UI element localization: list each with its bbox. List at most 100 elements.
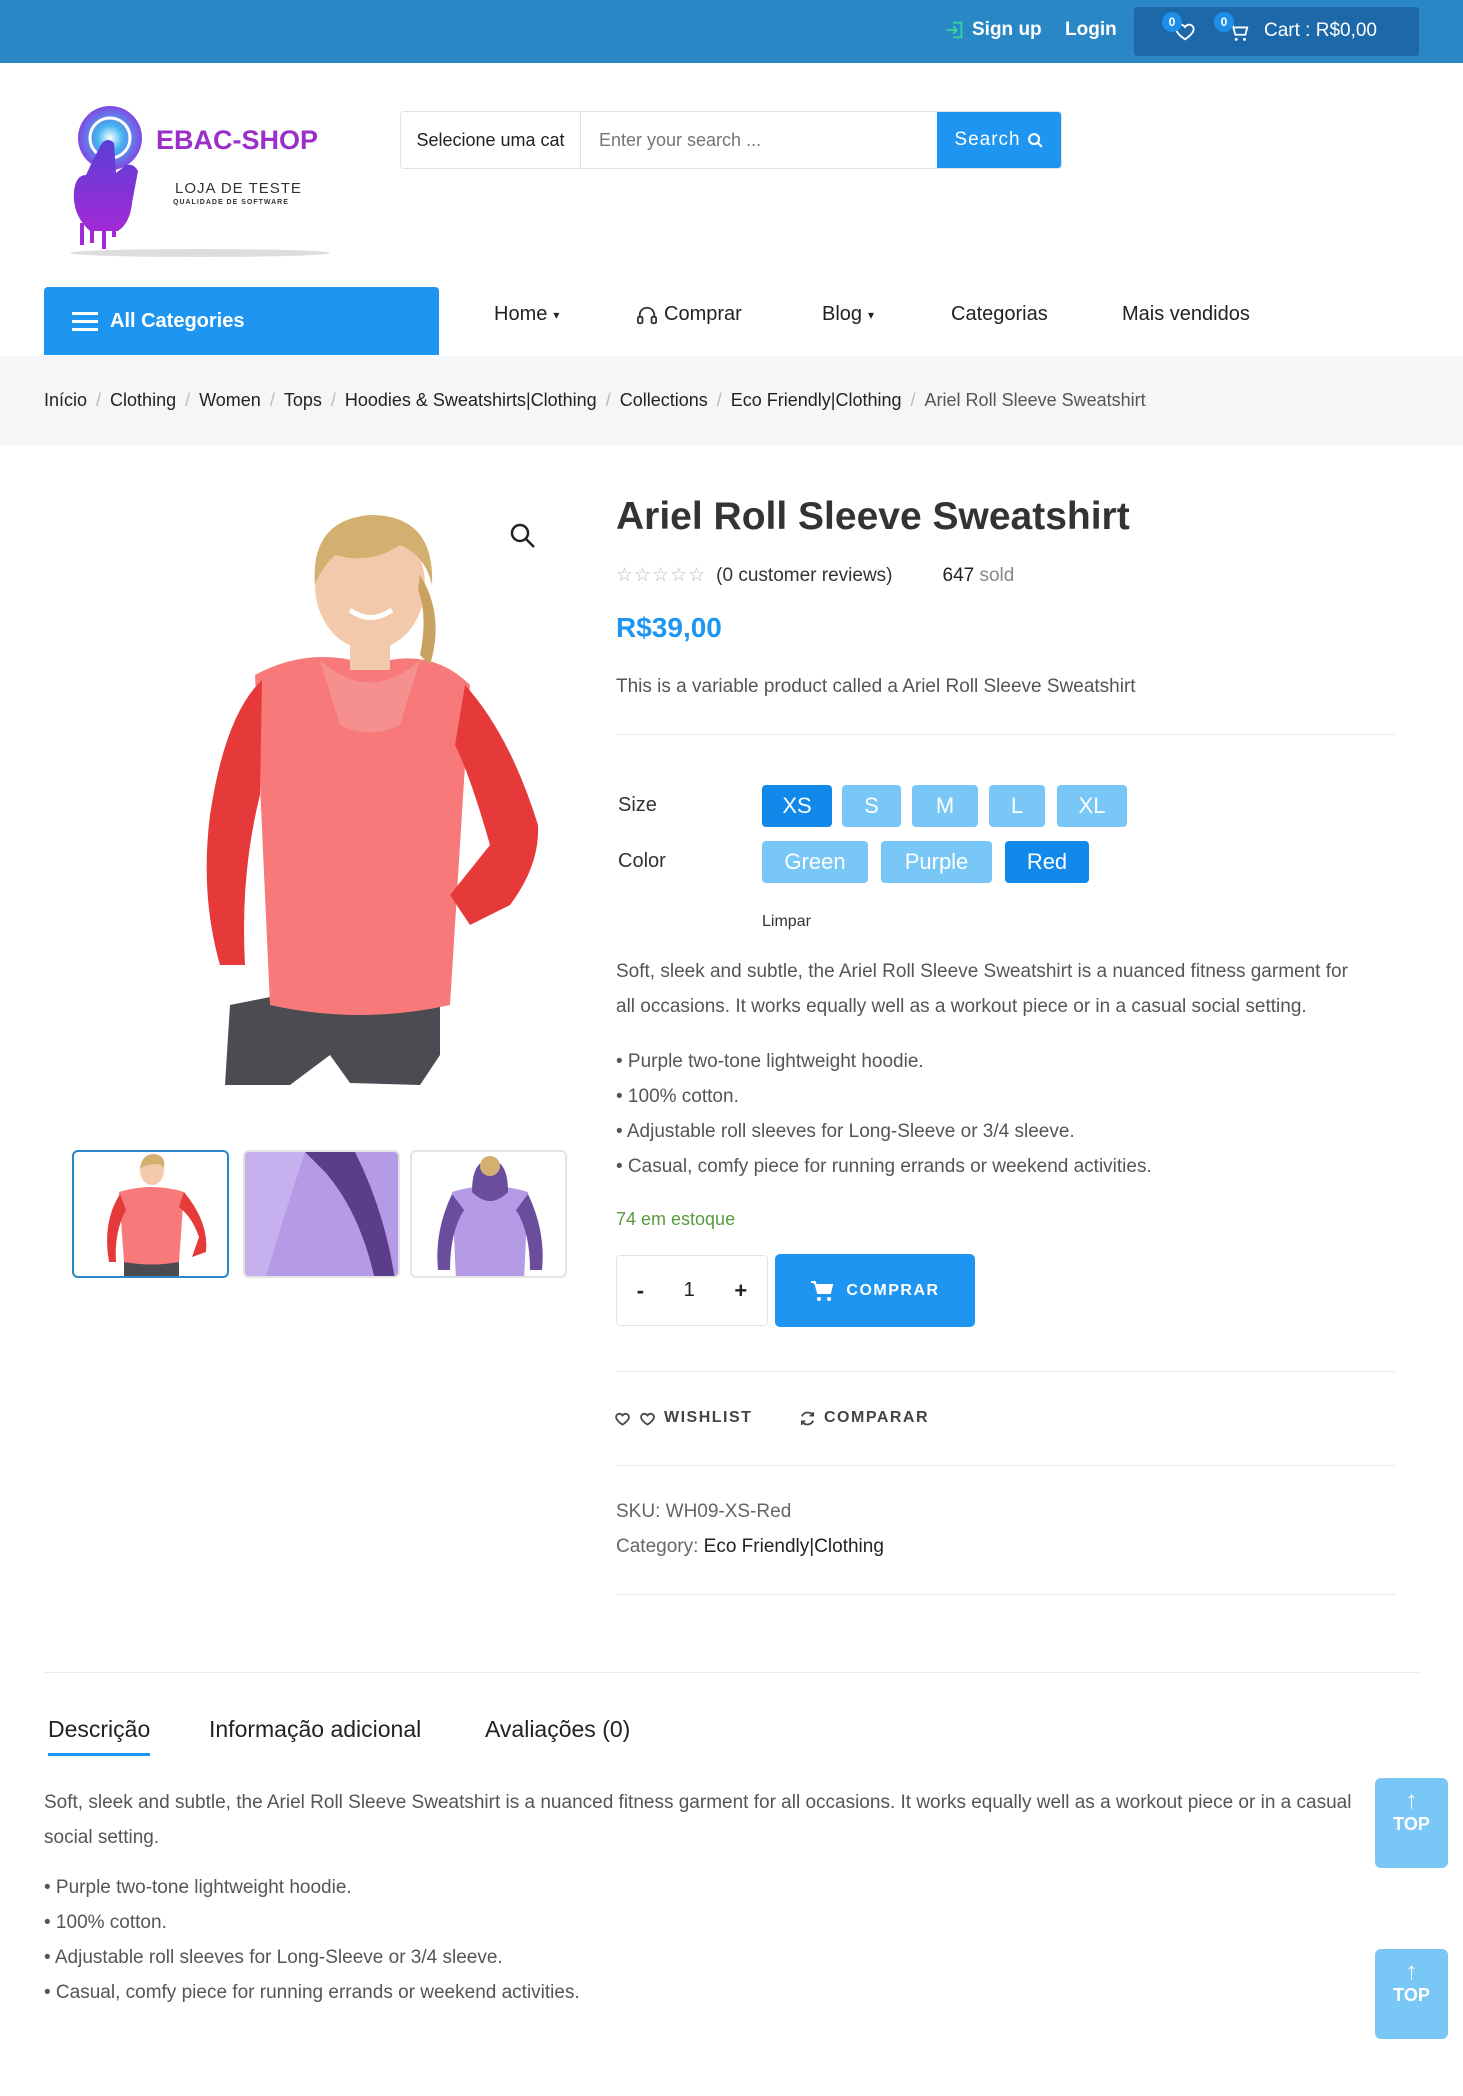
thumbnail-image xyxy=(107,1154,207,1276)
color-option-purple[interactable]: Purple xyxy=(881,841,992,883)
breadcrumb-separator: / xyxy=(605,390,611,410)
quantity-stepper: - 1 + xyxy=(616,1255,768,1326)
quantity-value[interactable]: 1 xyxy=(684,1279,695,1302)
thumbnail-3[interactable] xyxy=(410,1150,567,1278)
all-categories-label: All Categories xyxy=(110,309,245,332)
breadcrumb-separator: / xyxy=(910,390,916,410)
search-input[interactable] xyxy=(581,112,937,168)
size-option-xl[interactable]: XL xyxy=(1057,785,1127,827)
long-feature-bullet: • 100% cotton. xyxy=(44,1912,167,1933)
caret-down-icon: ▾ xyxy=(553,307,560,322)
product-main-image[interactable] xyxy=(170,495,570,1120)
category-link[interactable]: Eco Friendly|Clothing xyxy=(704,1536,884,1557)
breadcrumb-item[interactable]: Collections xyxy=(620,390,708,411)
sold-number: 647 xyxy=(942,564,975,586)
long-feature-bullet: • Casual, comfy piece for running errand… xyxy=(44,1982,580,2003)
feature-bullet: • 100% cotton. xyxy=(616,1086,739,1107)
size-option-xs[interactable]: XS xyxy=(762,785,832,827)
signup-link[interactable]: Sign up xyxy=(944,19,1042,41)
nav-blog-label: Blog xyxy=(822,303,863,325)
breadcrumb-item[interactable]: Women xyxy=(199,390,261,411)
breadcrumb-separator: / xyxy=(269,390,275,410)
breadcrumb-bar: Início / Clothing / Women / Tops / Hoodies &… xyxy=(0,356,1463,446)
long-description-line: social setting. xyxy=(44,1827,160,1848)
zoom-icon[interactable] xyxy=(508,521,538,551)
nav-blog[interactable]: Blog ▾ xyxy=(822,303,874,326)
search-button-label: Search xyxy=(954,129,1021,150)
clear-selection-link[interactable]: Limpar xyxy=(762,913,811,931)
long-description-line: Soft, sleek and subtle, the Ariel Roll S… xyxy=(44,1792,1352,1813)
color-option-green[interactable]: Green xyxy=(762,841,868,883)
thumbnail-1[interactable] xyxy=(72,1150,229,1278)
wishlist-button[interactable]: WISHLIST xyxy=(614,1409,752,1427)
back-to-top-button[interactable]: ↑ TOP xyxy=(1375,1778,1448,1868)
cart-count-badge: 0 xyxy=(1214,12,1234,32)
feature-bullet: • Adjustable roll sleeves for Long-Sleev… xyxy=(616,1121,1075,1142)
breadcrumb-separator: / xyxy=(96,390,102,410)
category-select[interactable]: Selecione uma cat xyxy=(401,112,581,168)
feature-bullet: • Purple two-tone lightweight hoodie. xyxy=(616,1051,924,1072)
size-option-l[interactable]: L xyxy=(989,785,1045,827)
sku-value: WH09-XS-Red xyxy=(665,1501,792,1522)
nav-comprar-label: Comprar xyxy=(664,303,742,325)
thumbnail-2[interactable] xyxy=(243,1150,400,1278)
long-feature-bullet: • Adjustable roll sleeves for Long-Sleev… xyxy=(44,1947,503,1968)
sold-count: 647 sold xyxy=(943,565,1015,587)
refresh-icon xyxy=(800,1411,815,1425)
signup-label: Sign up xyxy=(972,19,1042,40)
back-to-top-label: TOP xyxy=(1393,1985,1430,2005)
wishlist-label: WISHLIST xyxy=(664,1409,753,1426)
breadcrumb-separator: / xyxy=(185,390,191,410)
arrow-up-icon: ↑ xyxy=(1405,1787,1418,1814)
tab-avaliacoes[interactable]: Avaliações (0) xyxy=(485,1716,630,1743)
caret-down-icon: ▾ xyxy=(868,307,875,322)
reviews-link[interactable]: (0 customer reviews) xyxy=(716,565,892,587)
long-feature-bullet: • Purple two-tone lightweight hoodie. xyxy=(44,1877,352,1898)
compare-label: COMPARAR xyxy=(824,1409,930,1426)
size-option-s[interactable]: S xyxy=(842,785,901,827)
menu-icon xyxy=(72,312,98,331)
breadcrumb-item[interactable]: Hoodies & Sweatshirts|Clothing xyxy=(345,390,597,411)
nav-home[interactable]: Home ▾ xyxy=(494,303,559,326)
divider xyxy=(616,734,1396,735)
quantity-increase-button[interactable]: + xyxy=(734,1278,747,1304)
arrow-up-icon: ↑ xyxy=(1405,1958,1418,1985)
quantity-decrease-button[interactable]: - xyxy=(637,1278,644,1304)
size-option-m[interactable]: M xyxy=(912,785,978,827)
add-to-cart-button[interactable]: COMPRAR xyxy=(775,1254,975,1327)
nav-mais-vendidos[interactable]: Mais vendidos xyxy=(1122,303,1250,326)
long-description: Soft, sleek and subtle, the Ariel Roll S… xyxy=(44,1785,1414,1855)
wishlist-count-badge: 0 xyxy=(1162,12,1182,32)
site-logo[interactable]: EBAC-SHOP LOJA DE TESTE QUALIDADE DE SOF… xyxy=(60,103,335,263)
breadcrumb-item[interactable]: Início xyxy=(44,390,87,411)
breadcrumb-item[interactable]: Clothing xyxy=(110,390,176,411)
back-to-top-button[interactable]: ↑ TOP xyxy=(1375,1949,1448,2039)
nav-categorias[interactable]: Categorias xyxy=(951,303,1048,326)
sku-label: SKU: xyxy=(616,1501,661,1522)
divider xyxy=(616,1594,1396,1595)
breadcrumb-item[interactable]: Eco Friendly|Clothing xyxy=(731,390,902,411)
headphones-icon xyxy=(637,306,657,324)
tab-informacao-adicional[interactable]: Informação adicional xyxy=(209,1716,421,1743)
cart-total[interactable]: Cart : R$0,00 xyxy=(1264,20,1377,42)
cart-box[interactable]: 0 0 Cart : R$0,00 xyxy=(1134,7,1419,56)
description-line: all occasions. It works equally well as … xyxy=(616,996,1307,1017)
search-button[interactable]: Search xyxy=(937,112,1061,168)
divider xyxy=(616,1371,1396,1372)
tab-descricao[interactable]: Descrição xyxy=(48,1716,151,1756)
tabs-divider xyxy=(44,1672,1419,1673)
category-label: Category: xyxy=(616,1536,699,1557)
breadcrumb-current: Ariel Roll Sleeve Sweatshirt xyxy=(924,390,1146,410)
color-option-red[interactable]: Red xyxy=(1005,841,1089,883)
sku-row: SKU: WH09-XS-Red xyxy=(616,1501,791,1523)
nav-comprar[interactable]: Comprar xyxy=(636,303,742,326)
search-bar: Selecione uma cat Search xyxy=(400,111,1062,169)
thumbnail-image xyxy=(437,1156,543,1276)
breadcrumb-item[interactable]: Tops xyxy=(284,390,322,411)
product-price: R$39,00 xyxy=(616,612,722,643)
logo-tagline: LOJA DE TESTE xyxy=(175,180,302,197)
all-categories-button[interactable]: All Categories xyxy=(44,287,439,355)
compare-button[interactable]: COMPARAR xyxy=(799,1409,929,1427)
add-to-cart-label: COMPRAR xyxy=(846,1281,940,1299)
login-link[interactable]: Login xyxy=(1065,19,1117,41)
